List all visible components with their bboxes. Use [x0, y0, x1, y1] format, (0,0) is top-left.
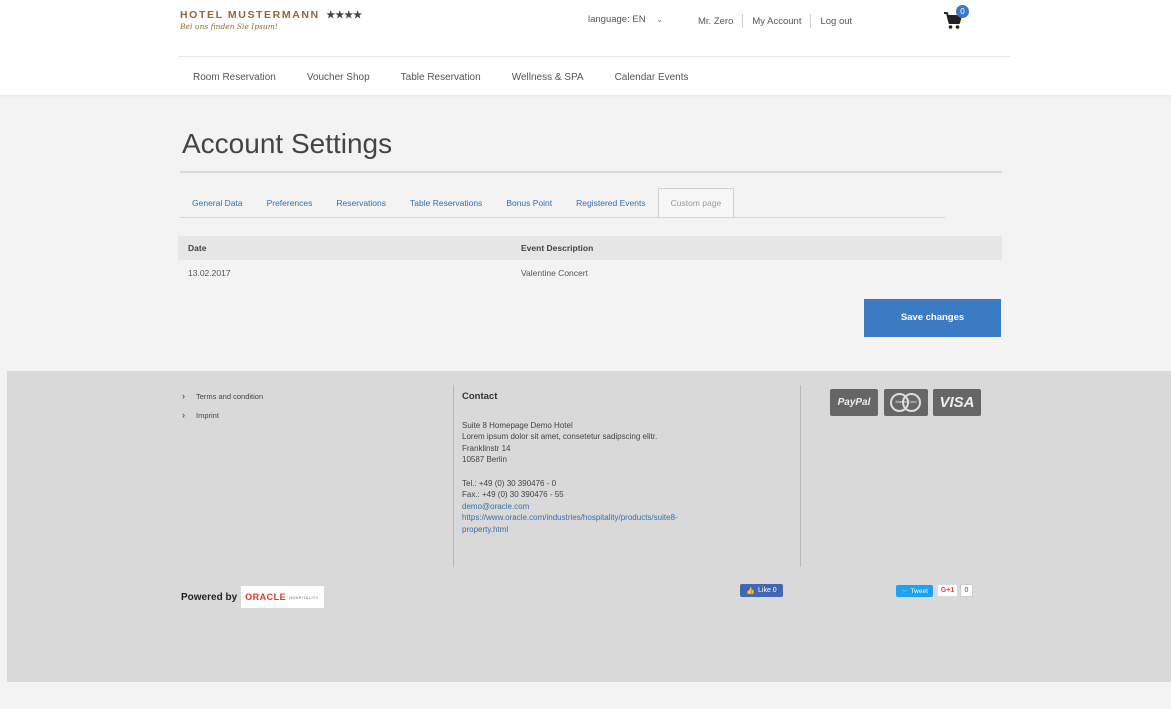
site-footer: › Terms and condition › Imprint Contact …	[7, 371, 1171, 682]
google-plus-count: 0	[960, 584, 973, 597]
powered-by-label: Powered by	[181, 591, 238, 603]
chevron-down-icon: ⌄	[656, 15, 663, 24]
cell-date: 13.02.2017	[188, 268, 231, 278]
site-header: HOTEL MUSTERMANN ★★★★ Bei uns finden Sie…	[0, 0, 1171, 95]
nav-item-voucher-shop[interactable]: Voucher Shop	[307, 72, 370, 83]
paypal-icon: PayPal	[830, 389, 878, 416]
payment-methods: PayPal MasterCard VISA	[830, 389, 981, 416]
chevron-right-icon: ›	[182, 410, 185, 420]
footer-link-terms[interactable]: › Terms and condition	[182, 391, 263, 401]
url-line: https://www.oracle.com/industries/hospit…	[462, 513, 678, 522]
google-plus-button[interactable]: G+1	[937, 584, 958, 597]
page-title: Account Settings	[182, 128, 393, 159]
visa-icon: VISA	[933, 389, 981, 416]
footer-links: › Terms and condition › Imprint	[182, 391, 263, 429]
footer-link-label: Terms and condition	[196, 391, 264, 401]
hotel-name: HOTEL MUSTERMANN	[180, 9, 320, 21]
contact-fax: Fax.: +49 (0) 30 390476 - 55	[462, 490, 564, 499]
contact-line: Franklinstr 14	[462, 443, 511, 453]
divider	[453, 385, 454, 567]
contact-line: Lorem ipsum dolor sit amet, consetetur s…	[462, 432, 658, 441]
column-header-date: Date	[188, 243, 207, 253]
url-line: property.html	[462, 524, 509, 534]
contact-line: Suite 8 Homepage Demo Hotel	[462, 420, 573, 430]
contact-block: Contact Suite 8 Homepage Demo Hotel Lore…	[462, 391, 678, 535]
contact-email-link[interactable]: demo@oracle.com	[462, 501, 678, 513]
hotel-stars: ★★★★	[326, 10, 363, 21]
nav-item-room-reservation[interactable]: Room Reservation	[193, 72, 276, 83]
nav-item-wellness-spa[interactable]: Wellness & SPA	[512, 72, 584, 83]
cart-button[interactable]: 0	[943, 5, 969, 32]
cell-event-description: Valentine Concert	[521, 268, 588, 278]
divider	[742, 14, 744, 28]
user-menu: Mr. Zero My Account Log out	[698, 14, 852, 28]
tab-preferences[interactable]: Preferences	[255, 188, 325, 218]
table-row: 13.02.2017 Valentine Concert	[178, 261, 1002, 285]
language-label: language: EN	[588, 14, 646, 25]
divider	[810, 14, 812, 28]
thumbs-up-icon: 👍	[746, 587, 756, 595]
tab-custom-page[interactable]: Custom page	[657, 188, 735, 218]
tab-registered-events[interactable]: Registered Events	[564, 188, 657, 218]
language-selector[interactable]: language: EN ⌄	[588, 14, 663, 25]
footer-link-label: Imprint	[196, 410, 219, 420]
tweet-button[interactable]: 🐦 Tweet	[896, 585, 933, 597]
contact-line: 10587 Berlin	[462, 455, 507, 464]
oracle-logo[interactable]: ORACLE HOSPITALITY	[241, 586, 325, 608]
divider	[178, 56, 1010, 57]
table-header: Date Event Description	[178, 236, 1002, 260]
nav-item-table-reservation[interactable]: Table Reservation	[401, 72, 481, 83]
footer-link-imprint[interactable]: › Imprint	[182, 410, 263, 420]
tab-table-reservations[interactable]: Table Reservations	[398, 188, 494, 218]
save-changes-button[interactable]: Save changes	[864, 299, 1001, 337]
divider	[180, 171, 1002, 173]
twitter-bird-icon: 🐦	[901, 588, 909, 595]
logout-link[interactable]: Log out	[820, 16, 852, 27]
nav-item-calendar-events[interactable]: Calendar Events	[615, 72, 689, 83]
cart-count-badge: 0	[956, 5, 969, 18]
contact-heading: Contact	[462, 391, 498, 402]
hotel-logo[interactable]: HOTEL MUSTERMANN ★★★★ Bei uns finden Sie…	[180, 9, 362, 31]
powered-by: Powered by ORACLE HOSPITALITY	[181, 586, 325, 608]
tab-general-data[interactable]: General Data	[180, 188, 255, 218]
mastercard-icon: MasterCard	[884, 389, 928, 416]
contact-tel: Tel.: +49 (0) 30 390476 - 0	[462, 478, 557, 488]
account-tabs: General Data Preferences Reservations Ta…	[180, 188, 735, 218]
divider	[800, 385, 801, 567]
divider	[180, 217, 945, 218]
facebook-like-button[interactable]: 👍 Like 0	[740, 584, 783, 597]
column-header-event-description: Event Description	[521, 243, 594, 253]
user-name-link[interactable]: Mr. Zero	[698, 16, 733, 27]
main-nav: Room Reservation Voucher Shop Table Rese…	[193, 72, 720, 83]
contact-url-link[interactable]: https://www.oracle.com/industries/hospit…	[462, 512, 678, 535]
tab-bonus-point[interactable]: Bonus Point	[494, 188, 564, 218]
my-account-link[interactable]: My Account	[752, 16, 801, 27]
hotel-tagline: Bei uns finden Sie Ipsum!	[180, 22, 278, 31]
tab-reservations[interactable]: Reservations	[324, 188, 398, 218]
chevron-right-icon: ›	[182, 391, 185, 401]
